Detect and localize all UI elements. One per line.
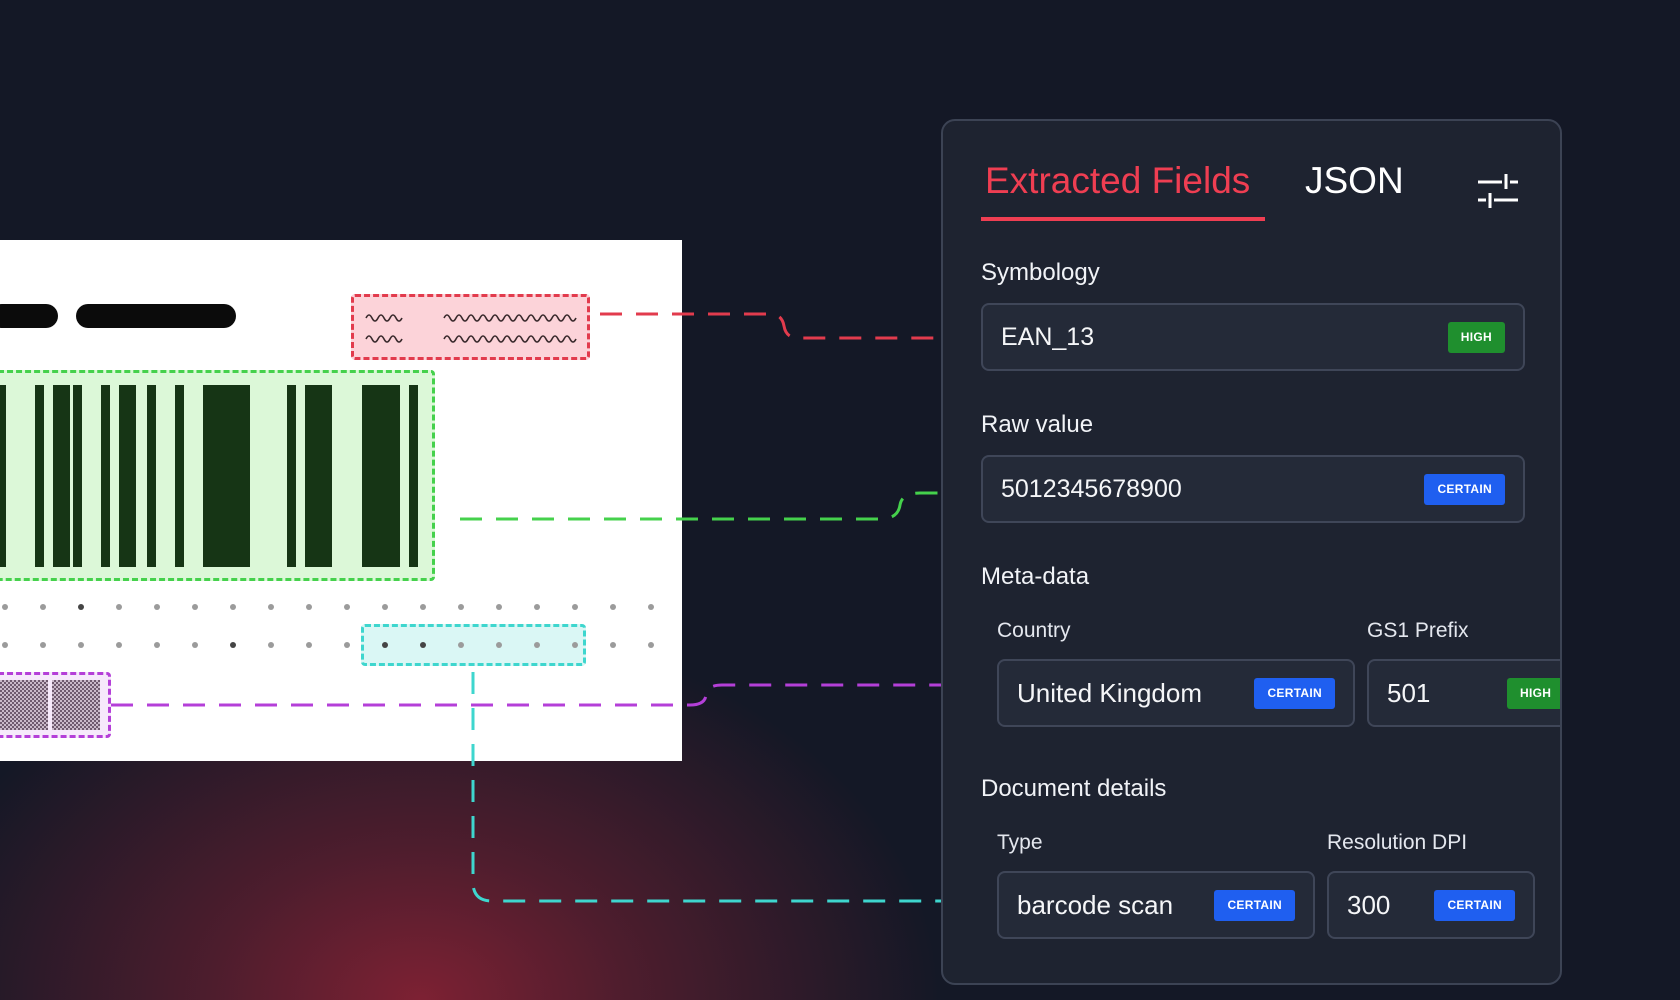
gs1-prefix-value: 501 <box>1387 678 1431 708</box>
image-region[interactable] <box>0 672 111 738</box>
grid-dot <box>648 604 654 610</box>
barcode-bar <box>362 385 400 567</box>
tab-json[interactable]: JSON <box>1305 159 1404 203</box>
grid-dot <box>458 604 464 610</box>
country-field[interactable]: United Kingdom CERTAIN <box>997 659 1355 727</box>
raw-value-label: Raw value <box>981 411 1094 438</box>
grid-dot <box>572 604 578 610</box>
country-label: Country <box>997 619 1071 642</box>
barcode-bar <box>203 385 250 567</box>
grid-dot <box>344 604 350 610</box>
document-preview <box>0 240 682 761</box>
grid-dot <box>230 604 236 610</box>
meta-data-heading: Meta-data <box>981 563 1090 590</box>
confidence-badge: CERTAIN <box>1434 890 1515 921</box>
type-field[interactable]: barcode scan CERTAIN <box>997 871 1315 939</box>
barcode-bar <box>287 385 296 567</box>
grid-dot <box>610 604 616 610</box>
country-value: United Kingdom <box>1017 678 1202 708</box>
grid-dot <box>40 604 46 610</box>
barcode-bar <box>119 385 136 567</box>
gs1-prefix-label: GS1 Prefix <box>1367 619 1469 642</box>
image-thumbnail <box>0 680 48 730</box>
sliders-icon[interactable] <box>1476 173 1520 209</box>
barcode-bar <box>73 385 82 567</box>
raw-value-field[interactable]: 5012345678900 CERTAIN <box>981 455 1525 523</box>
grid-dot <box>154 642 160 648</box>
grid-dot <box>382 604 388 610</box>
grid-dot <box>78 604 84 610</box>
grid-dot <box>420 642 426 648</box>
grid-dot <box>2 642 8 648</box>
dot-grid-region[interactable] <box>361 624 586 666</box>
handwriting-scribble <box>365 314 577 343</box>
type-value: barcode scan <box>1017 890 1174 920</box>
document-details-heading: Document details <box>981 775 1167 802</box>
grid-dot <box>306 604 312 610</box>
gs1-prefix-field[interactable]: 501 HIGH <box>1367 659 1560 727</box>
symbology-label: Symbology <box>981 259 1100 286</box>
barcode-bar <box>101 385 110 567</box>
image-thumbnail <box>52 680 100 730</box>
grid-dot <box>2 604 8 610</box>
resolution-dpi-field[interactable]: 300 CERTAIN <box>1327 871 1535 939</box>
grid-dot <box>458 642 464 648</box>
grid-dot <box>116 604 122 610</box>
barcode-bar <box>175 385 184 567</box>
raw-value-value: 5012345678900 <box>1001 475 1182 503</box>
barcode-bar <box>0 385 6 567</box>
grid-dot <box>268 642 274 648</box>
extracted-fields-panel: Extracted Fields JSON Symbology EAN_13 H… <box>941 119 1562 985</box>
symbology-field[interactable]: EAN_13 HIGH <box>981 303 1525 371</box>
grid-dot <box>534 604 540 610</box>
barcode-bar <box>305 385 332 567</box>
barcode-bar <box>53 385 70 567</box>
confidence-badge: HIGH <box>1507 678 1560 709</box>
grid-dot <box>344 642 350 648</box>
resolution-dpi-value: 300 <box>1347 890 1391 920</box>
confidence-badge: CERTAIN <box>1214 890 1295 921</box>
grid-dot <box>40 642 46 648</box>
grid-dot <box>306 642 312 648</box>
grid-dot <box>420 604 426 610</box>
handwriting-region[interactable] <box>351 294 590 360</box>
grid-dot <box>78 642 84 648</box>
grid-dot <box>268 604 274 610</box>
grid-dot <box>154 604 160 610</box>
redacted-text <box>0 304 58 328</box>
grid-dot <box>648 642 654 648</box>
grid-dot <box>382 642 388 648</box>
redacted-text <box>76 304 236 328</box>
barcode-bar <box>409 385 418 567</box>
tab-extracted-fields[interactable]: Extracted Fields <box>985 159 1250 203</box>
barcode-bar <box>35 385 44 567</box>
confidence-badge: CERTAIN <box>1424 474 1505 505</box>
grid-dot <box>496 642 502 648</box>
grid-dot <box>534 642 540 648</box>
confidence-badge: CERTAIN <box>1254 678 1335 709</box>
resolution-dpi-label: Resolution DPI <box>1327 831 1468 854</box>
symbology-value: EAN_13 <box>1001 323 1095 351</box>
grid-dot <box>572 642 578 648</box>
confidence-badge: HIGH <box>1447 322 1505 353</box>
type-label: Type <box>997 831 1043 854</box>
active-tab-indicator <box>981 217 1265 221</box>
grid-dot <box>610 642 616 648</box>
barcode-bar <box>147 385 156 567</box>
grid-dot <box>192 604 198 610</box>
grid-dot <box>230 642 236 648</box>
barcode-region[interactable] <box>0 370 435 581</box>
grid-dot <box>192 642 198 648</box>
grid-dot <box>116 642 122 648</box>
grid-dot <box>496 604 502 610</box>
